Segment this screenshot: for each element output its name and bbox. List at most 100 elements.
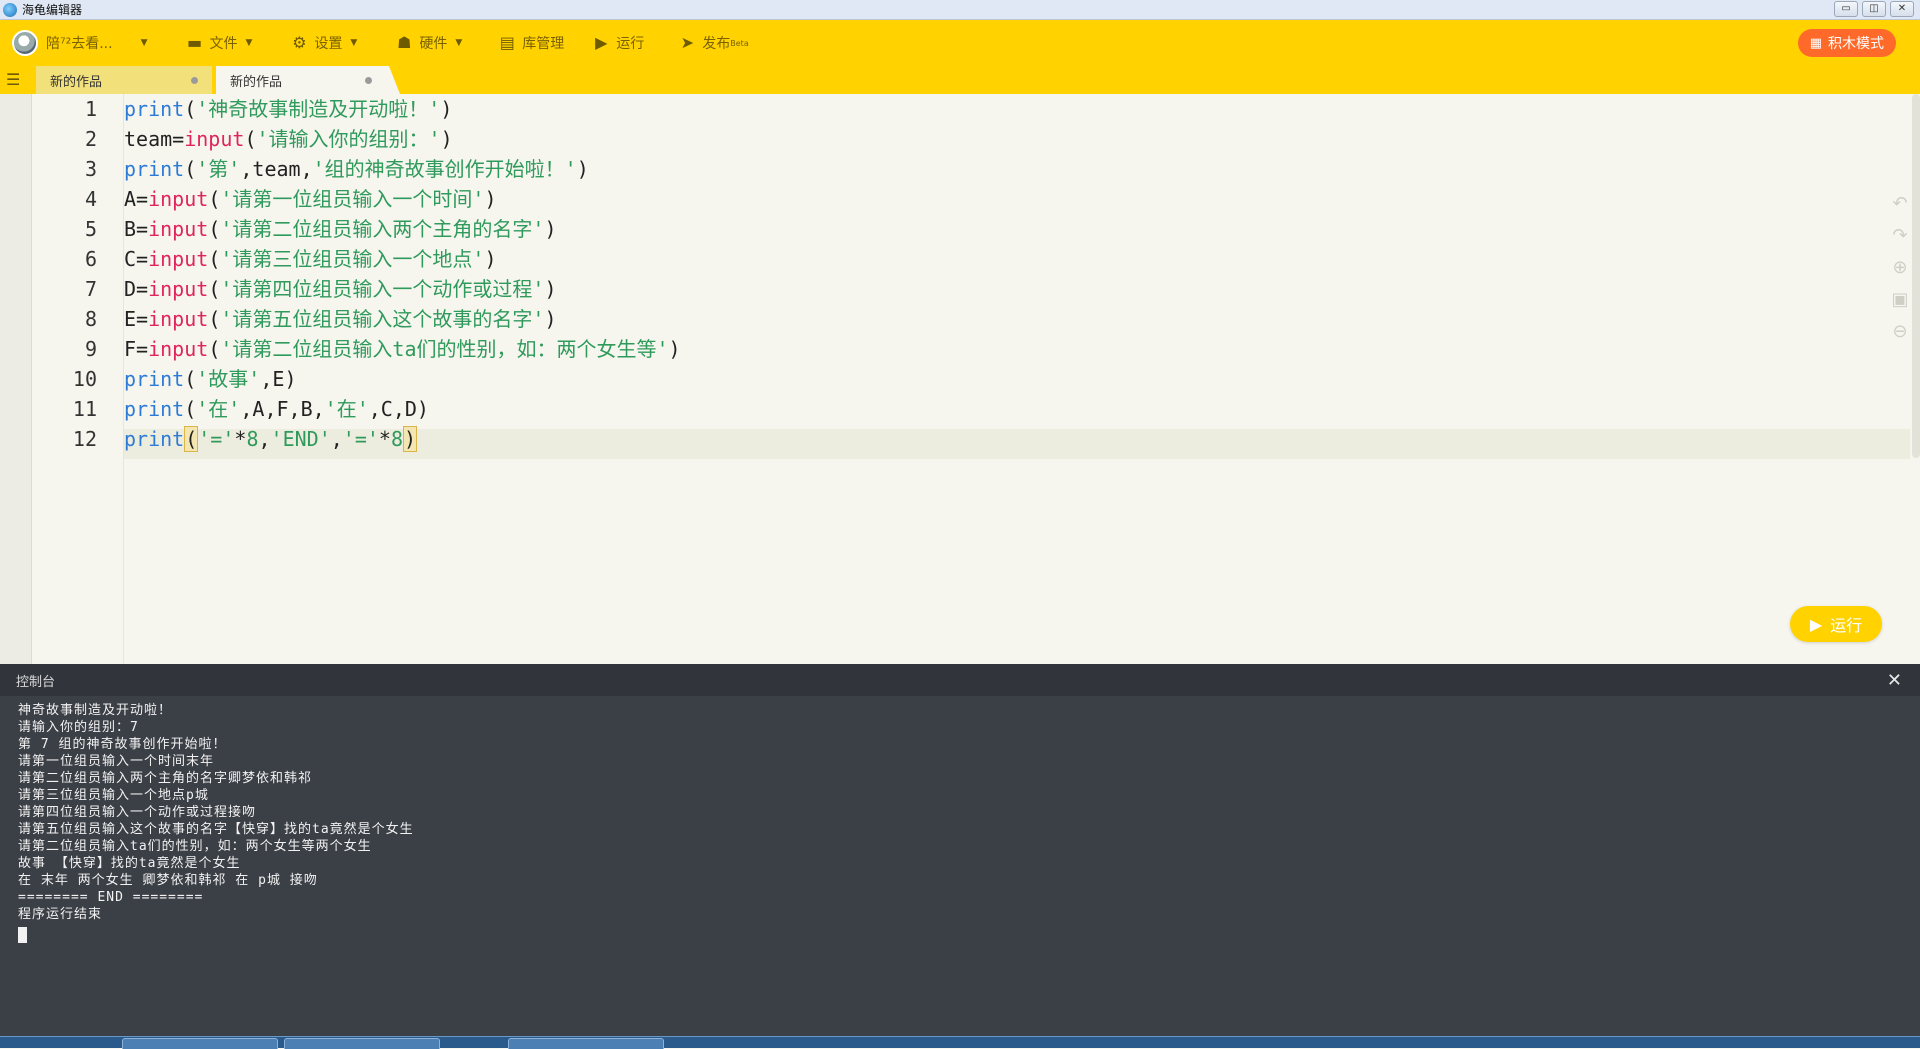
code-line-10[interactable]: print('故事',E) [124,364,296,394]
paper-plane-icon: ➤ [680,33,694,52]
close-icon[interactable]: ✕ [1890,1,1914,17]
publish-label: 发布 [702,36,731,52]
line-number: 10 [72,367,97,391]
hamburger-menu-icon[interactable]: ☰ [6,72,22,88]
blocks-mode-label: 积木模式 [1828,36,1884,52]
line-number: 6 [84,247,97,271]
toolbar-run-button[interactable]: ▶ 运行 [592,20,644,66]
tab-new-work-1[interactable]: 新的作品 [36,66,212,94]
console-line: 请第五位组员输入这个故事的名字【快穿】找的ta竟然是个女生 [18,822,414,837]
publish-button[interactable]: ➤ 发布 Beta [678,20,749,66]
run-button[interactable]: ▶ 运行 [1790,606,1882,642]
line-number: 3 [84,157,97,181]
console-line: 请第二位组员输入ta们的性别，如：两个女生等两个女生 [18,839,372,854]
code-line-7[interactable]: D=input('请第四位组员输入一个动作或过程') [124,274,557,304]
editor-side-tools: ↶ ↷ ⊕ ▣ ⊖ [1890,194,1910,354]
avatar [12,30,38,56]
code-line-11[interactable]: print('在',A,F,B,'在',C,D) [124,394,429,424]
window-title: 海龟编辑器 [22,3,83,17]
tab-bar: ☰ 新的作品 新的作品 [0,66,1920,94]
blocks-icon: ▦ [1809,35,1822,51]
minimize-icon[interactable]: ▭ [1834,1,1858,17]
app-logo-icon [3,2,17,17]
console-cursor[interactable] [18,927,27,943]
library-button[interactable]: ▤ 库管理 [498,20,565,66]
file-menu[interactable]: ▬ 文件 ▼ [186,20,253,66]
console-line: 神奇故事制造及开动啦！ [18,703,173,718]
code-line-2[interactable]: team=input('请输入你的组别：') [124,124,453,154]
console-line: 程序运行结束 [18,907,103,922]
close-icon[interactable]: ✕ [1887,670,1902,691]
play-circle-icon: ▶ [595,33,608,52]
code-line-4[interactable]: A=input('请第一位组员输入一个时间') [124,184,497,214]
zoom-out-icon[interactable]: ⊖ [1890,322,1910,342]
settings-menu-label: 设置 [314,36,343,52]
format-icon[interactable]: ▣ [1890,290,1910,310]
library-label: 库管理 [522,36,565,52]
taskbar-app-button[interactable] [284,1038,440,1049]
console-line: 故事 【快穿】找的ta竟然是个女生 [18,856,241,871]
gear-icon: ⚙ [292,33,307,52]
line-number: 12 [72,427,97,451]
robot-icon: ☗ [397,33,412,52]
console-line: 请第三位组员输入一个地点p城 [18,788,209,803]
line-number: 5 [84,217,97,241]
undo-icon[interactable]: ↶ [1890,194,1910,214]
console-line: 请输入你的组别：7 [18,720,139,735]
tab-label: 新的作品 [230,74,283,90]
toolbar-run-label: 运行 [616,36,645,52]
file-menu-label: 文件 [209,36,238,52]
code-line-12[interactable]: print('='*8,'END','='*8) [124,424,418,454]
unsaved-dot-icon[interactable] [191,77,198,84]
unsaved-dot-icon[interactable] [365,77,372,84]
code-editor[interactable]: 1 2 3 4 5 6 7 8 9 10 11 12 print('神奇故事制造… [0,94,1920,664]
chevron-down-icon: ▼ [245,38,253,48]
line-number: 9 [84,337,97,361]
line-number: 8 [84,307,97,331]
line-number: 4 [84,187,97,211]
line-numbers: 1 2 3 4 5 6 7 8 9 10 11 12 [32,94,124,664]
code-line-9[interactable]: F=input('请第二位组员输入ta们的性别，如：两个女生等') [124,334,681,364]
user-name: 陪⁷²去看... [46,36,113,52]
tab-new-work-2[interactable]: 新的作品 [216,66,400,94]
editor-scrollbar[interactable] [1912,94,1920,458]
console-header: 控制台 ✕ [0,664,1920,696]
line-number: 11 [72,397,97,421]
hardware-menu-label: 硬件 [419,36,448,52]
window-controls: ▭ ◫ ✕ [1834,1,1914,17]
console-line: 请第二位组员输入两个主角的名字卿梦依和韩祁 [18,771,313,786]
taskbar-app-button[interactable] [508,1038,664,1049]
chevron-down-icon: ▼ [455,38,463,48]
folder-icon: ▬ [186,33,203,52]
maximize-icon[interactable]: ◫ [1862,1,1886,17]
taskbar-app-button[interactable] [122,1038,278,1049]
tab-label: 新的作品 [50,74,103,90]
window-titlebar: 海龟编辑器 ▭ ◫ ✕ [0,0,1920,20]
hardware-menu[interactable]: ☗ 硬件 ▼ [395,20,462,66]
run-button-label: 运行 [1830,616,1863,635]
console-title: 控制台 [16,674,56,690]
code-line-1[interactable]: print('神奇故事制造及开动啦！') [124,94,452,124]
chevron-down-icon: ▼ [140,38,148,48]
os-taskbar [0,1036,1920,1049]
beta-badge: Beta [730,38,749,48]
editor-gutter [0,94,32,664]
main-toolbar: 陪⁷²去看... ▼ ▬ 文件 ▼ ⚙ 设置 ▼ ☗ 硬件 ▼ ▤ 库管理 ▶ … [0,20,1920,66]
console-output[interactable]: 神奇故事制造及开动啦！ 请输入你的组别：7 第 7 组的神奇故事创作开始啦！ 请… [0,696,1920,1036]
redo-icon[interactable]: ↷ [1890,226,1910,246]
code-line-6[interactable]: C=input('请第三位组员输入一个地点') [124,244,497,274]
chevron-down-icon: ▼ [350,38,358,48]
library-icon: ▤ [499,33,515,52]
blocks-mode-button[interactable]: ▦ 积木模式 [1797,29,1896,57]
line-number: 2 [84,127,97,151]
code-line-5[interactable]: B=input('请第二位组员输入两个主角的名字') [124,214,557,244]
code-line-3[interactable]: print('第',team,'组的神奇故事创作开始啦！') [124,154,589,184]
line-number: 7 [84,277,97,301]
zoom-in-icon[interactable]: ⊕ [1890,258,1910,278]
settings-menu[interactable]: ⚙ 设置 ▼ [290,20,357,66]
play-icon: ▶ [1809,614,1823,634]
user-menu[interactable]: 陪⁷²去看... ▼ [12,20,148,66]
code-line-8[interactable]: E=input('请第五位组员输入这个故事的名字') [124,304,557,334]
console-line: 请第四位组员输入一个动作或过程接吻 [18,805,257,820]
line-number: 1 [84,97,97,121]
